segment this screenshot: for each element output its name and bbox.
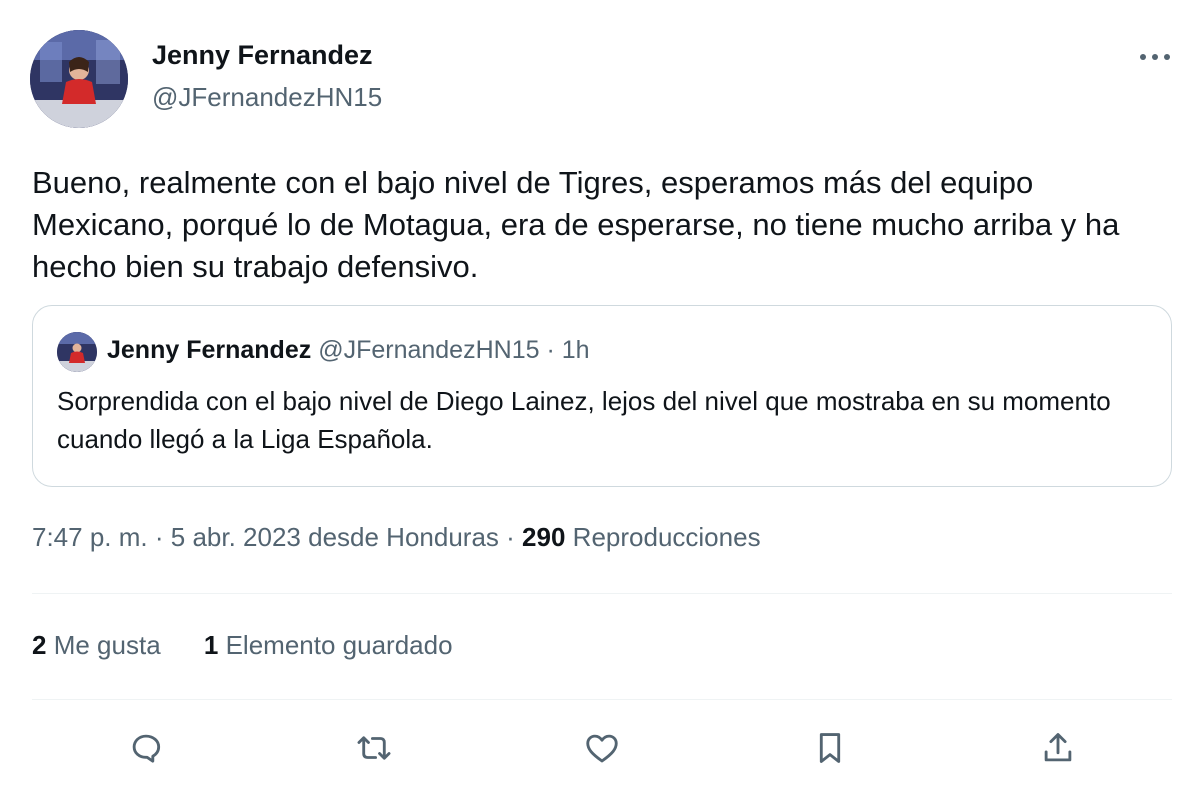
reply-button[interactable] xyxy=(124,726,168,770)
more-horizontal-icon xyxy=(1140,54,1170,60)
quoted-tweet-header: Jenny Fernandez @JFernandezHN15 · 1h xyxy=(107,336,590,365)
separator-dot: · xyxy=(506,522,515,552)
likes-stat[interactable]: 2 Me gusta xyxy=(32,630,168,660)
more-options-button[interactable] xyxy=(1136,44,1174,70)
separator-dot: · xyxy=(546,336,555,364)
quoted-tweet-card[interactable]: Jenny Fernandez @JFernandezHN15 · 1h Sor… xyxy=(32,305,1172,487)
retweet-icon xyxy=(357,736,391,760)
author-avatar[interactable] xyxy=(30,30,128,128)
share-button[interactable] xyxy=(1036,726,1080,770)
retweet-button[interactable] xyxy=(352,726,396,770)
likes-count: 2 xyxy=(32,630,47,660)
divider xyxy=(32,593,1172,594)
bookmarks-label: Elemento guardado xyxy=(225,630,453,660)
quoted-tweet-text: Sorprendida con el bajo nivel de Diego L… xyxy=(57,386,1111,454)
quoted-tweet-time[interactable]: 1h xyxy=(562,336,590,364)
separator-dot: · xyxy=(154,522,164,552)
likes-label: Me gusta xyxy=(53,630,161,660)
divider xyxy=(32,699,1172,700)
tweet-date-location: 5 abr. 2023 desde Honduras xyxy=(170,522,499,552)
like-button[interactable] xyxy=(580,726,624,770)
heart-icon xyxy=(586,734,618,763)
bookmark-icon xyxy=(819,733,841,763)
quoted-author-name[interactable]: Jenny Fernandez xyxy=(107,336,311,364)
reply-icon xyxy=(132,734,161,763)
quoted-author-handle[interactable]: @JFernandezHN15 xyxy=(318,336,539,364)
bookmarks-count: 1 xyxy=(203,630,219,660)
tweet-text: Bueno, realmente con el bajo nivel de Ti… xyxy=(32,165,1120,284)
views-label: Reproducciones xyxy=(572,522,761,552)
quoted-author-avatar[interactable] xyxy=(57,332,97,372)
views-count: 290 xyxy=(522,522,566,552)
engagement-stats: 2 Me gusta 1 Elemento guardado xyxy=(32,630,489,661)
author-handle[interactable]: @JFernandezHN15 xyxy=(152,82,382,113)
tweet-time[interactable]: 7:47 p. m. xyxy=(32,522,148,552)
tweet-detail: Jenny Fernandez @JFernandezHN15 Bueno, r… xyxy=(0,0,1200,794)
author-name[interactable]: Jenny Fernandez xyxy=(152,40,373,71)
bookmarks-stat[interactable]: 1 Elemento guardado xyxy=(204,630,453,660)
bookmark-button[interactable] xyxy=(808,726,852,770)
tweet-meta: 7:47 p. m. · 5 abr. 2023 desde Honduras … xyxy=(32,522,761,553)
share-icon xyxy=(1044,733,1072,762)
